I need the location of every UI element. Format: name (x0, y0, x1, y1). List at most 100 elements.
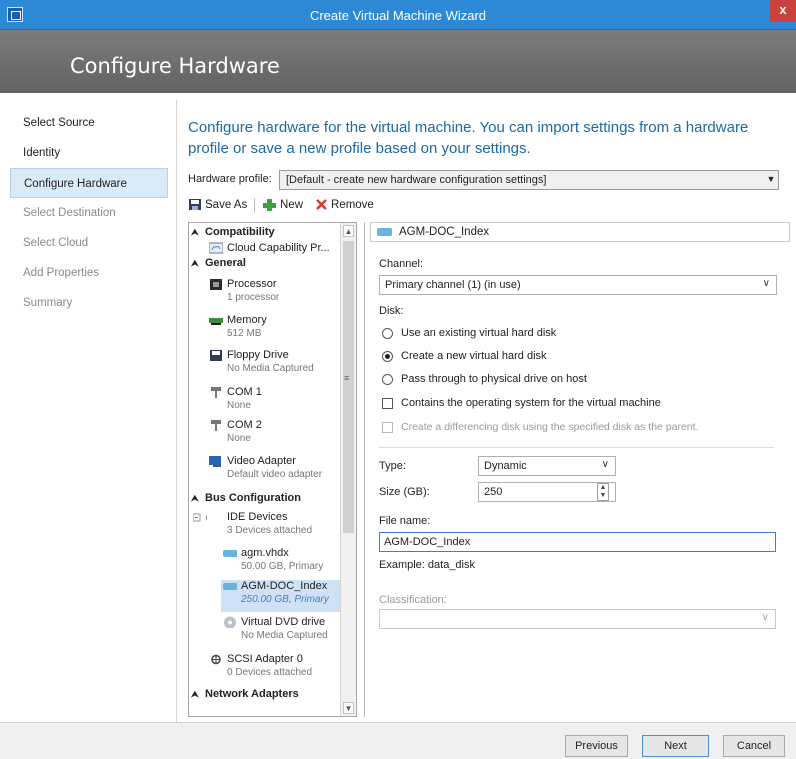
contains-os-checkbox[interactable] (382, 398, 393, 409)
hw-item-name: COM 1 (227, 386, 262, 398)
chevron-down-icon: ∨ (761, 612, 769, 623)
hw-item-detail: 3 Devices attached (227, 525, 313, 536)
chevron-down-icon: ∨ (762, 278, 770, 289)
remove-icon (316, 199, 327, 210)
hw-item-processor[interactable]: Processor 1 processor (210, 278, 280, 304)
file-name-input[interactable]: AGM-DOC_Index (379, 532, 776, 552)
button-bar: Previous Next Cancel (0, 722, 796, 759)
channel-select[interactable]: Primary channel (1) (in use) ∨ (379, 275, 777, 295)
hardware-list[interactable]: ⮝ Compatibility Cloud Capability Pr... ⮝… (188, 222, 357, 717)
contains-os-label[interactable]: Contains the operating system for the vi… (401, 397, 661, 409)
use-existing-disk-label[interactable]: Use an existing virtual hard disk (401, 327, 556, 339)
collapse-caret-icon[interactable]: ⮝ (191, 227, 199, 238)
hw-item-ide-devices[interactable]: IDE Devices 3 Devices attached (193, 511, 313, 537)
hw-item-name: Cloud Capability Pr... (227, 242, 330, 254)
hw-item-name: AGM-DOC_Index (241, 580, 328, 592)
channel-label: Channel: (379, 258, 424, 270)
scroll-down-icon[interactable]: ▼ (343, 702, 354, 714)
section-bus-label: Bus Configuration (205, 492, 301, 504)
hw-item-detail: No Media Captured (241, 630, 328, 641)
nav-identity[interactable]: Identity (10, 138, 168, 168)
hw-item-agm-doc-index[interactable]: AGM-DOC_Index 250.00 GB, Primary (221, 580, 341, 612)
nav-add-properties: Add Properties (23, 267, 100, 279)
floppy-icon (210, 350, 222, 361)
differencing-disk-checkbox (382, 422, 393, 433)
hw-item-com2[interactable]: COM 2 None (211, 419, 262, 445)
hw-item-cloud-capability[interactable]: Cloud Capability Pr... (209, 242, 330, 255)
differencing-disk-label: Create a differencing disk using the spe… (401, 421, 699, 433)
collapse-caret-icon[interactable]: ⮝ (191, 258, 199, 269)
title-bar: Create Virtual Machine Wizard x (0, 0, 796, 30)
pass-through-label[interactable]: Pass through to physical drive on host (401, 373, 587, 385)
virtual-disk-icon (377, 228, 392, 236)
section-compatibility-label: Compatibility (205, 226, 275, 238)
cancel-button[interactable]: Cancel (723, 735, 785, 757)
scroll-up-icon[interactable]: ▲ (343, 225, 354, 237)
classification-select[interactable]: ∨ (379, 609, 776, 629)
new-button[interactable]: New (262, 198, 303, 212)
remove-label: Remove (331, 198, 374, 211)
dropdown-arrow-icon[interactable]: ▼ (764, 171, 778, 188)
video-adapter-icon (209, 456, 221, 467)
file-name-label: File name: (379, 515, 431, 527)
nav-configure-hardware[interactable]: Configure Hardware (10, 168, 168, 198)
hw-item-name: agm.vhdx (241, 547, 289, 559)
hw-item-detail: 1 processor (227, 292, 280, 303)
cloud-capability-icon (209, 242, 223, 254)
hw-item-name: Video Adapter (227, 455, 296, 467)
window-title: Create Virtual Machine Wizard (309, 8, 487, 23)
next-button[interactable]: Next (642, 735, 709, 757)
hw-item-com1[interactable]: COM 1 None (211, 386, 262, 412)
type-label: Type: (379, 460, 406, 472)
scroll-thumb[interactable] (343, 241, 354, 533)
collapse-caret-icon[interactable]: ⮝ (191, 493, 199, 504)
pass-through-radio[interactable] (382, 374, 393, 385)
previous-button[interactable]: Previous (565, 735, 628, 757)
type-select[interactable]: Dynamic ∨ (478, 456, 616, 476)
use-existing-disk-radio[interactable] (382, 328, 393, 339)
size-spinner[interactable]: ▲ ▼ (597, 483, 609, 501)
hw-item-name: SCSI Adapter 0 (227, 653, 303, 665)
scsi-adapter-icon (211, 654, 221, 665)
size-input[interactable]: 250 (478, 482, 616, 502)
hw-item-video-adapter[interactable]: Video Adapter Default video adapter (209, 455, 323, 481)
hw-item-memory[interactable]: Memory 512 MB (209, 314, 267, 340)
section-network-label: Network Adapters (205, 688, 299, 700)
hw-item-name: Virtual DVD drive (241, 616, 326, 628)
hw-item-detail: None (227, 433, 251, 444)
virtual-disk-icon (223, 550, 237, 557)
collapse-caret-icon[interactable]: ⮝ (191, 689, 199, 700)
hardware-profile-select[interactable]: [Default - create new hardware configura… (279, 170, 779, 190)
section-bus-configuration[interactable]: ⮝ Bus Configuration (191, 491, 301, 505)
nav-divider (176, 100, 177, 722)
nav-summary: Summary (23, 297, 73, 309)
hw-item-scsi-adapter[interactable]: SCSI Adapter 0 0 Devices attached (211, 653, 313, 679)
create-new-disk-radio[interactable] (382, 351, 393, 362)
hw-item-detail: 512 MB (227, 328, 262, 339)
page-header: Configure Hardware (0, 30, 796, 93)
close-button[interactable]: x (770, 0, 796, 22)
hw-item-detail: 0 Devices attached (227, 667, 313, 678)
create-new-disk-label[interactable]: Create a new virtual hard disk (401, 350, 547, 362)
hardware-list-scrollbar[interactable]: ▲ ≡ ▼ (340, 223, 356, 716)
hw-item-detail: Default video adapter (227, 469, 323, 480)
section-compatibility[interactable]: ⮝ Compatibility (191, 225, 275, 239)
nav-select-source[interactable]: Select Source (10, 108, 168, 138)
detail-header: AGM-DOC_Index (370, 222, 790, 242)
save-as-button[interactable]: Save As (188, 198, 247, 211)
spin-down-icon[interactable]: ▼ (598, 492, 608, 500)
hw-item-name: COM 2 (227, 419, 262, 431)
hw-item-virtual-dvd[interactable]: Virtual DVD drive No Media Captured (224, 616, 328, 642)
remove-button[interactable]: Remove (315, 198, 374, 211)
hw-item-floppy[interactable]: Floppy Drive No Media Captured (210, 349, 314, 375)
channel-select-value: Primary channel (1) (in use) (385, 279, 521, 291)
add-icon (263, 199, 276, 211)
section-network-adapters[interactable]: ⮝ Network Adapters (191, 687, 299, 701)
size-input-value: 250 (484, 486, 503, 498)
section-general[interactable]: ⮝ General (191, 256, 246, 270)
example-hint: Example: data_disk (379, 559, 475, 571)
type-select-value: Dynamic (484, 460, 527, 472)
hw-item-agm-vhdx[interactable]: agm.vhdx 50.00 GB, Primary (223, 547, 323, 573)
spin-up-icon[interactable]: ▲ (598, 484, 608, 492)
hw-item-detail: No Media Captured (227, 363, 314, 374)
